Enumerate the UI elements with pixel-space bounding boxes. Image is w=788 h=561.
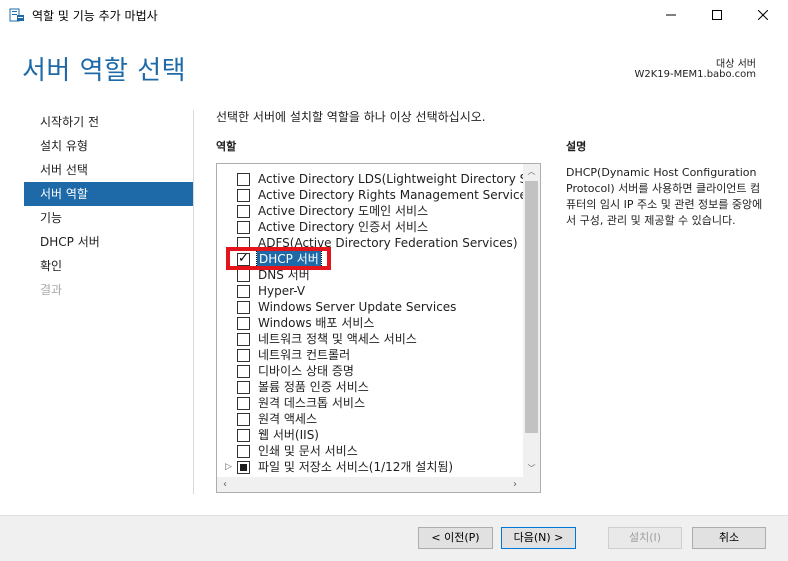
cancel-button[interactable]: 취소 bbox=[692, 527, 766, 549]
close-icon bbox=[758, 10, 768, 20]
role-item[interactable]: Active Directory 도메인 서비스 bbox=[217, 203, 523, 219]
role-item[interactable]: Active Directory LDS(Lightweight Directo… bbox=[217, 171, 523, 187]
minimize-icon bbox=[666, 14, 676, 16]
role-item[interactable]: Hyper-V bbox=[217, 283, 523, 299]
nav-item-server-roles[interactable]: 서버 역할 bbox=[24, 182, 193, 206]
role-checkbox-partial[interactable] bbox=[237, 461, 250, 474]
role-item[interactable]: 볼륨 정품 인증 서비스 bbox=[217, 379, 523, 395]
highlight-annotation bbox=[226, 247, 331, 270]
role-label: Hyper-V bbox=[258, 284, 306, 298]
role-checkbox[interactable] bbox=[237, 413, 250, 426]
close-button[interactable] bbox=[740, 0, 786, 30]
target-server-name: W2K19-MEM1.babo.com bbox=[634, 69, 756, 80]
role-checkbox[interactable] bbox=[237, 173, 250, 186]
role-item[interactable]: Active Directory Rights Management Servi… bbox=[217, 187, 523, 203]
title-bar: 역할 및 기능 추가 마법사 bbox=[0, 0, 788, 30]
role-item[interactable]: Windows 배포 서비스 bbox=[217, 315, 523, 331]
server-manager-icon bbox=[9, 7, 25, 23]
scrollbar-thumb[interactable] bbox=[525, 181, 538, 433]
expand-arrow-icon[interactable]: ▷ bbox=[225, 462, 232, 472]
role-item[interactable]: 인쇄 및 문서 서비스 bbox=[217, 443, 523, 459]
role-label: Active Directory Rights Management Servi… bbox=[258, 188, 523, 202]
previous-button[interactable]: < 이전(P) bbox=[418, 527, 493, 549]
role-label: Active Directory 도메인 서비스 bbox=[258, 204, 429, 218]
nav-item-confirmation[interactable]: 확인 bbox=[24, 254, 193, 278]
roles-heading: 역할 bbox=[216, 140, 237, 153]
scroll-left-icon[interactable]: ‹ bbox=[217, 477, 233, 492]
role-item-file-storage[interactable]: ▷ 파일 및 저장소 서비스(1/12개 설치됨) bbox=[217, 459, 523, 475]
role-checkbox[interactable] bbox=[237, 221, 250, 234]
install-button: 설치(I) bbox=[608, 527, 682, 549]
maximize-icon bbox=[712, 10, 722, 20]
page-title: 서버 역할 선택 bbox=[22, 56, 187, 86]
role-label: 원격 데스크톱 서비스 bbox=[258, 396, 365, 410]
role-label: 네트워크 컨트롤러 bbox=[258, 348, 351, 362]
role-label: 볼륨 정품 인증 서비스 bbox=[258, 380, 369, 394]
role-item[interactable]: Windows Server Update Services bbox=[217, 299, 523, 315]
nav-item-dhcp-server[interactable]: DHCP 서버 bbox=[24, 230, 193, 254]
role-checkbox[interactable] bbox=[237, 349, 250, 362]
role-label: 인쇄 및 문서 서비스 bbox=[258, 444, 358, 458]
instruction-text: 선택한 서버에 설치할 역할을 하나 이상 선택하십시오. bbox=[216, 110, 486, 124]
role-item[interactable]: 네트워크 컨트롤러 bbox=[217, 347, 523, 363]
scroll-up-icon[interactable]: ︿ bbox=[523, 164, 540, 180]
role-item[interactable]: 네트워크 정책 및 액세스 서비스 bbox=[217, 331, 523, 347]
scroll-down-icon[interactable]: ﹀ bbox=[523, 461, 540, 477]
wizard-footer: < 이전(P) 다음(N) > 설치(I) 취소 bbox=[0, 515, 788, 561]
role-checkbox[interactable] bbox=[237, 381, 250, 394]
description-text: DHCP(Dynamic Host Configuration Protocol… bbox=[566, 166, 763, 227]
role-checkbox[interactable] bbox=[237, 445, 250, 458]
horizontal-scrollbar[interactable]: ‹ › bbox=[217, 477, 523, 492]
role-label: Active Directory 인증서 서비스 bbox=[258, 220, 429, 234]
role-label: Windows Server Update Services bbox=[258, 300, 457, 314]
nav-item-server-selection[interactable]: 서버 선택 bbox=[24, 158, 193, 182]
role-item[interactable]: 원격 액세스 bbox=[217, 411, 523, 427]
scrollbar-corner bbox=[523, 477, 540, 492]
role-item[interactable]: 디바이스 상태 증명 bbox=[217, 363, 523, 379]
window-title: 역할 및 기능 추가 마법사 bbox=[32, 9, 158, 23]
role-checkbox[interactable] bbox=[237, 189, 250, 202]
role-label: 원격 액세스 bbox=[258, 412, 318, 426]
role-checkbox[interactable] bbox=[237, 397, 250, 410]
role-checkbox[interactable] bbox=[237, 301, 250, 314]
vertical-scrollbar[interactable]: ︿ ﹀ bbox=[523, 164, 540, 477]
role-checkbox[interactable] bbox=[237, 269, 250, 282]
role-label: 디바이스 상태 증명 bbox=[258, 364, 354, 378]
role-item[interactable]: Active Directory 인증서 서비스 bbox=[217, 219, 523, 235]
role-checkbox[interactable] bbox=[237, 205, 250, 218]
nav-item-before-you-begin[interactable]: 시작하기 전 bbox=[24, 110, 193, 134]
scroll-right-icon[interactable]: › bbox=[507, 477, 523, 492]
role-checkbox[interactable] bbox=[237, 317, 250, 330]
roles-tree[interactable]: Active Directory LDS(Lightweight Directo… bbox=[216, 163, 541, 493]
roles-list: Active Directory LDS(Lightweight Directo… bbox=[217, 169, 523, 477]
role-checkbox[interactable] bbox=[237, 365, 250, 378]
nav-item-results: 결과 bbox=[40, 283, 63, 297]
role-label: 파일 및 저장소 서비스(1/12개 설치됨) bbox=[258, 460, 454, 474]
nav-item-features[interactable]: 기능 bbox=[24, 206, 193, 230]
next-button[interactable]: 다음(N) > bbox=[501, 527, 576, 549]
role-label: 웹 서버(IIS) bbox=[258, 428, 319, 442]
role-item[interactable]: 원격 데스크톱 서비스 bbox=[217, 395, 523, 411]
description-heading: 설명 bbox=[566, 140, 587, 153]
role-checkbox[interactable] bbox=[237, 333, 250, 346]
target-server-label: 대상 서버 bbox=[716, 59, 756, 70]
minimize-button[interactable] bbox=[648, 0, 694, 30]
role-item[interactable]: 웹 서버(IIS) bbox=[217, 427, 523, 443]
role-label: 네트워크 정책 및 액세스 서비스 bbox=[258, 332, 417, 346]
role-label: Windows 배포 서비스 bbox=[258, 316, 375, 330]
wizard-nav: 시작하기 전 설치 유형 서버 선택 서버 역할 기능 DHCP 서버 확인 결… bbox=[24, 110, 194, 494]
maximize-button[interactable] bbox=[694, 0, 740, 30]
role-checkbox[interactable] bbox=[237, 285, 250, 298]
nav-item-installation-type[interactable]: 설치 유형 bbox=[24, 134, 193, 158]
role-label: Active Directory LDS(Lightweight Directo… bbox=[258, 172, 523, 186]
role-checkbox[interactable] bbox=[237, 429, 250, 442]
